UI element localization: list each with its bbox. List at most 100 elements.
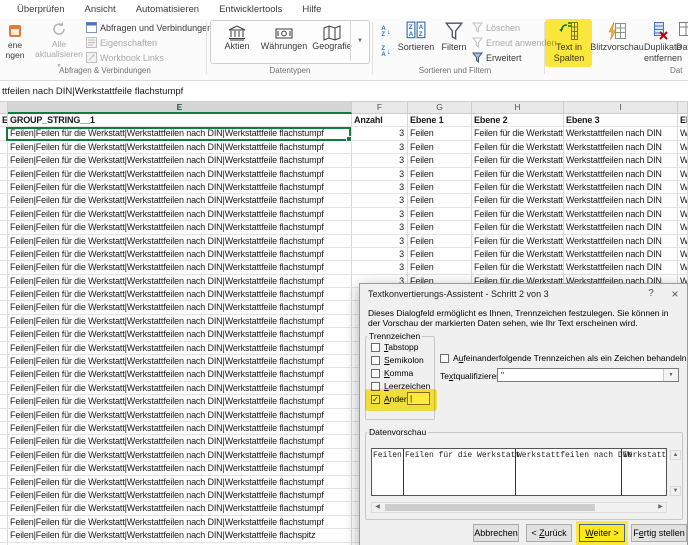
column-header-E[interactable]: E	[8, 102, 352, 114]
cell[interactable]: Feilen für die Werkstatt	[472, 207, 564, 222]
cell[interactable]: Werkstattfeile flachstumpf	[678, 207, 688, 222]
cell[interactable]: Werkstattfeile flachstumpf	[678, 167, 688, 181]
cell[interactable]: Feilen|Feilen für die Werkstatt|Werkstat…	[8, 408, 352, 422]
cell[interactable]	[0, 502, 8, 516]
cell[interactable]: 3	[352, 234, 408, 248]
cell[interactable]: 3	[352, 180, 408, 195]
dialog-title-bar[interactable]: Textkonvertierungs-Assistent - Schritt 2…	[360, 284, 687, 304]
cell[interactable]: Feilen	[408, 140, 472, 155]
cell[interactable]: Feilen|Feilen für die Werkstatt|Werkstat…	[8, 154, 352, 168]
cell[interactable]: Werkstattfeile flachstumpf	[678, 194, 688, 208]
cell[interactable]	[0, 381, 8, 396]
cell[interactable]	[0, 221, 8, 235]
cell[interactable]: Feilen für die Werkstatt	[472, 247, 564, 262]
clipped-ribbon-button[interactable]: ene ngen	[0, 24, 30, 60]
cell[interactable]: Feilen|Feilen für die Werkstatt|Werkstat…	[8, 167, 352, 181]
cell[interactable]: 3	[352, 140, 408, 155]
data-preview-table[interactable]: Feilen Feilen für die Werkstatt Werkstattf…	[371, 448, 667, 496]
cell[interactable]: 3	[352, 247, 408, 262]
cell[interactable]: Feilen|Feilen für die Werkstatt|Werkstat…	[8, 301, 352, 315]
text-in-spalten-button[interactable]: Text in Spalten	[548, 19, 590, 65]
cell[interactable]	[0, 154, 8, 168]
scroll-left-icon[interactable]: ◀	[372, 503, 383, 512]
cell[interactable]	[0, 408, 8, 422]
cell[interactable]: Feilen	[408, 234, 472, 248]
clipped-date-button[interactable]: Date	[676, 19, 688, 65]
cell[interactable]: 3	[352, 221, 408, 235]
column-header-I[interactable]: I	[564, 102, 678, 114]
checkbox-unchecked[interactable]	[371, 355, 380, 365]
cell[interactable]: Feilen|Feilen für die Werkstatt|Werkstat…	[8, 328, 352, 342]
cell[interactable]: Ebene 2	[472, 114, 564, 128]
cell[interactable]	[0, 288, 8, 302]
sort-za-button[interactable]: Z A ↓	[377, 43, 395, 60]
cell[interactable]: Werkstattfeile flachstumpf	[678, 247, 688, 262]
cell[interactable]: Werkstattfeile flachstumpf	[678, 154, 688, 168]
cell[interactable]	[0, 167, 8, 181]
cell[interactable]: Feilen	[408, 261, 472, 275]
preview-scroll-up-button[interactable]: ▲	[670, 450, 681, 460]
cell[interactable]: GROUP_STRING__1	[8, 114, 352, 128]
cell[interactable]: Werkstattfeilen nach DIN	[564, 221, 678, 235]
cell[interactable]: Werkstattfeile flachstumpf	[678, 221, 688, 235]
cell[interactable]: Feilen|Feilen für die Werkstatt|Werkstat…	[8, 381, 352, 396]
cell[interactable]: Werkstattfeile flachstumpf	[678, 127, 688, 141]
cell[interactable]: Feilen|Feilen für die Werkstatt|Werkstat…	[8, 462, 352, 476]
blitzvorschau-button[interactable]: Blitzvorschau	[590, 19, 644, 65]
consecutive-checkbox[interactable]	[440, 353, 449, 363]
cell[interactable]: Werkstattfeilen nach DIN	[564, 207, 678, 222]
cell[interactable]	[0, 475, 8, 489]
cell[interactable]: Feilen|Feilen für die Werkstatt|Werkstat…	[8, 247, 352, 262]
dialog-help-button[interactable]: ?	[639, 285, 663, 303]
cell[interactable]: Werkstattfeilen nach DIN	[564, 234, 678, 248]
erweitert-button[interactable]: Erweitert	[472, 52, 522, 63]
cell[interactable]: Werkstattfeilen nach DIN	[564, 194, 678, 208]
cell[interactable]	[0, 194, 8, 208]
cell[interactable]: Werkstattfeilen nach DIN	[564, 127, 678, 141]
cell[interactable]	[0, 448, 8, 463]
cell[interactable]	[0, 488, 8, 503]
cell[interactable]: E	[0, 114, 8, 128]
cell[interactable]: Feilen|Feilen für die Werkstatt|Werkstat…	[8, 288, 352, 302]
cell[interactable]	[0, 421, 8, 436]
scrollbar-thumb[interactable]	[385, 504, 595, 511]
cell[interactable]	[0, 261, 8, 275]
cell[interactable]	[0, 127, 8, 141]
cell[interactable]: Feilen|Feilen für die Werkstatt|Werkstat…	[8, 140, 352, 155]
cell[interactable]: Feilen für die Werkstatt	[472, 221, 564, 235]
cell[interactable]: Ebene 1	[408, 114, 472, 128]
cell[interactable]: Werkstattfeile flachstumpf	[678, 234, 688, 248]
checkbox-checked[interactable]: ✓	[371, 394, 380, 404]
cell[interactable]: Feilen	[408, 194, 472, 208]
cell[interactable]	[0, 140, 8, 155]
checkbox-unchecked[interactable]	[371, 342, 380, 352]
cell[interactable]: Feilen|Feilen für die Werkstatt|Werkstat…	[8, 421, 352, 436]
cell[interactable]: Feilen|Feilen für die Werkstatt|Werkstat…	[8, 314, 352, 329]
cell[interactable]	[0, 207, 8, 222]
datatype-waehrungen[interactable]: Währungen	[259, 22, 309, 60]
text-qualifier-dropdown[interactable]: " ▼	[497, 368, 679, 382]
cell[interactable]: Feilen|Feilen für die Werkstatt|Werkstat…	[8, 488, 352, 503]
cell[interactable]: 3	[352, 194, 408, 208]
cell[interactable]: Werkstattfeile flachstumpf	[678, 140, 688, 155]
cell[interactable]: 3	[352, 261, 408, 275]
cell[interactable]: Feilen für die Werkstatt	[472, 167, 564, 181]
cell[interactable]: Feilen	[408, 180, 472, 195]
cell[interactable]: Werkstattfeile flachstumpf	[678, 180, 688, 195]
cell[interactable]: Werkstattfeilen nach DIN	[564, 167, 678, 181]
sortieren-button[interactable]: ZAAZ Sortieren	[396, 19, 436, 65]
cell[interactable]	[0, 328, 8, 342]
cell[interactable]: Feilen|Feilen für die Werkstatt|Werkstat…	[8, 234, 352, 248]
cell[interactable]: Ebene 4	[678, 114, 688, 128]
preview-column-separator[interactable]	[403, 449, 404, 495]
cell[interactable]	[0, 515, 8, 530]
cell[interactable]: Feilen für die Werkstatt	[472, 154, 564, 168]
cell[interactable]: Feilen|Feilen für die Werkstatt|Werkstat…	[8, 207, 352, 222]
finish-button[interactable]: Fertig stellen	[631, 524, 687, 542]
cancel-button[interactable]: Abbrechen	[473, 524, 519, 542]
cell[interactable]	[0, 234, 8, 248]
menu-item-automatisieren[interactable]: Automatisieren	[126, 4, 209, 15]
back-button[interactable]: < Zurück	[526, 524, 572, 542]
cell[interactable]: Werkstattfeile flachstumpf	[678, 261, 688, 275]
cell[interactable]: Feilen|Feilen für die Werkstatt|Werkstat…	[8, 261, 352, 275]
